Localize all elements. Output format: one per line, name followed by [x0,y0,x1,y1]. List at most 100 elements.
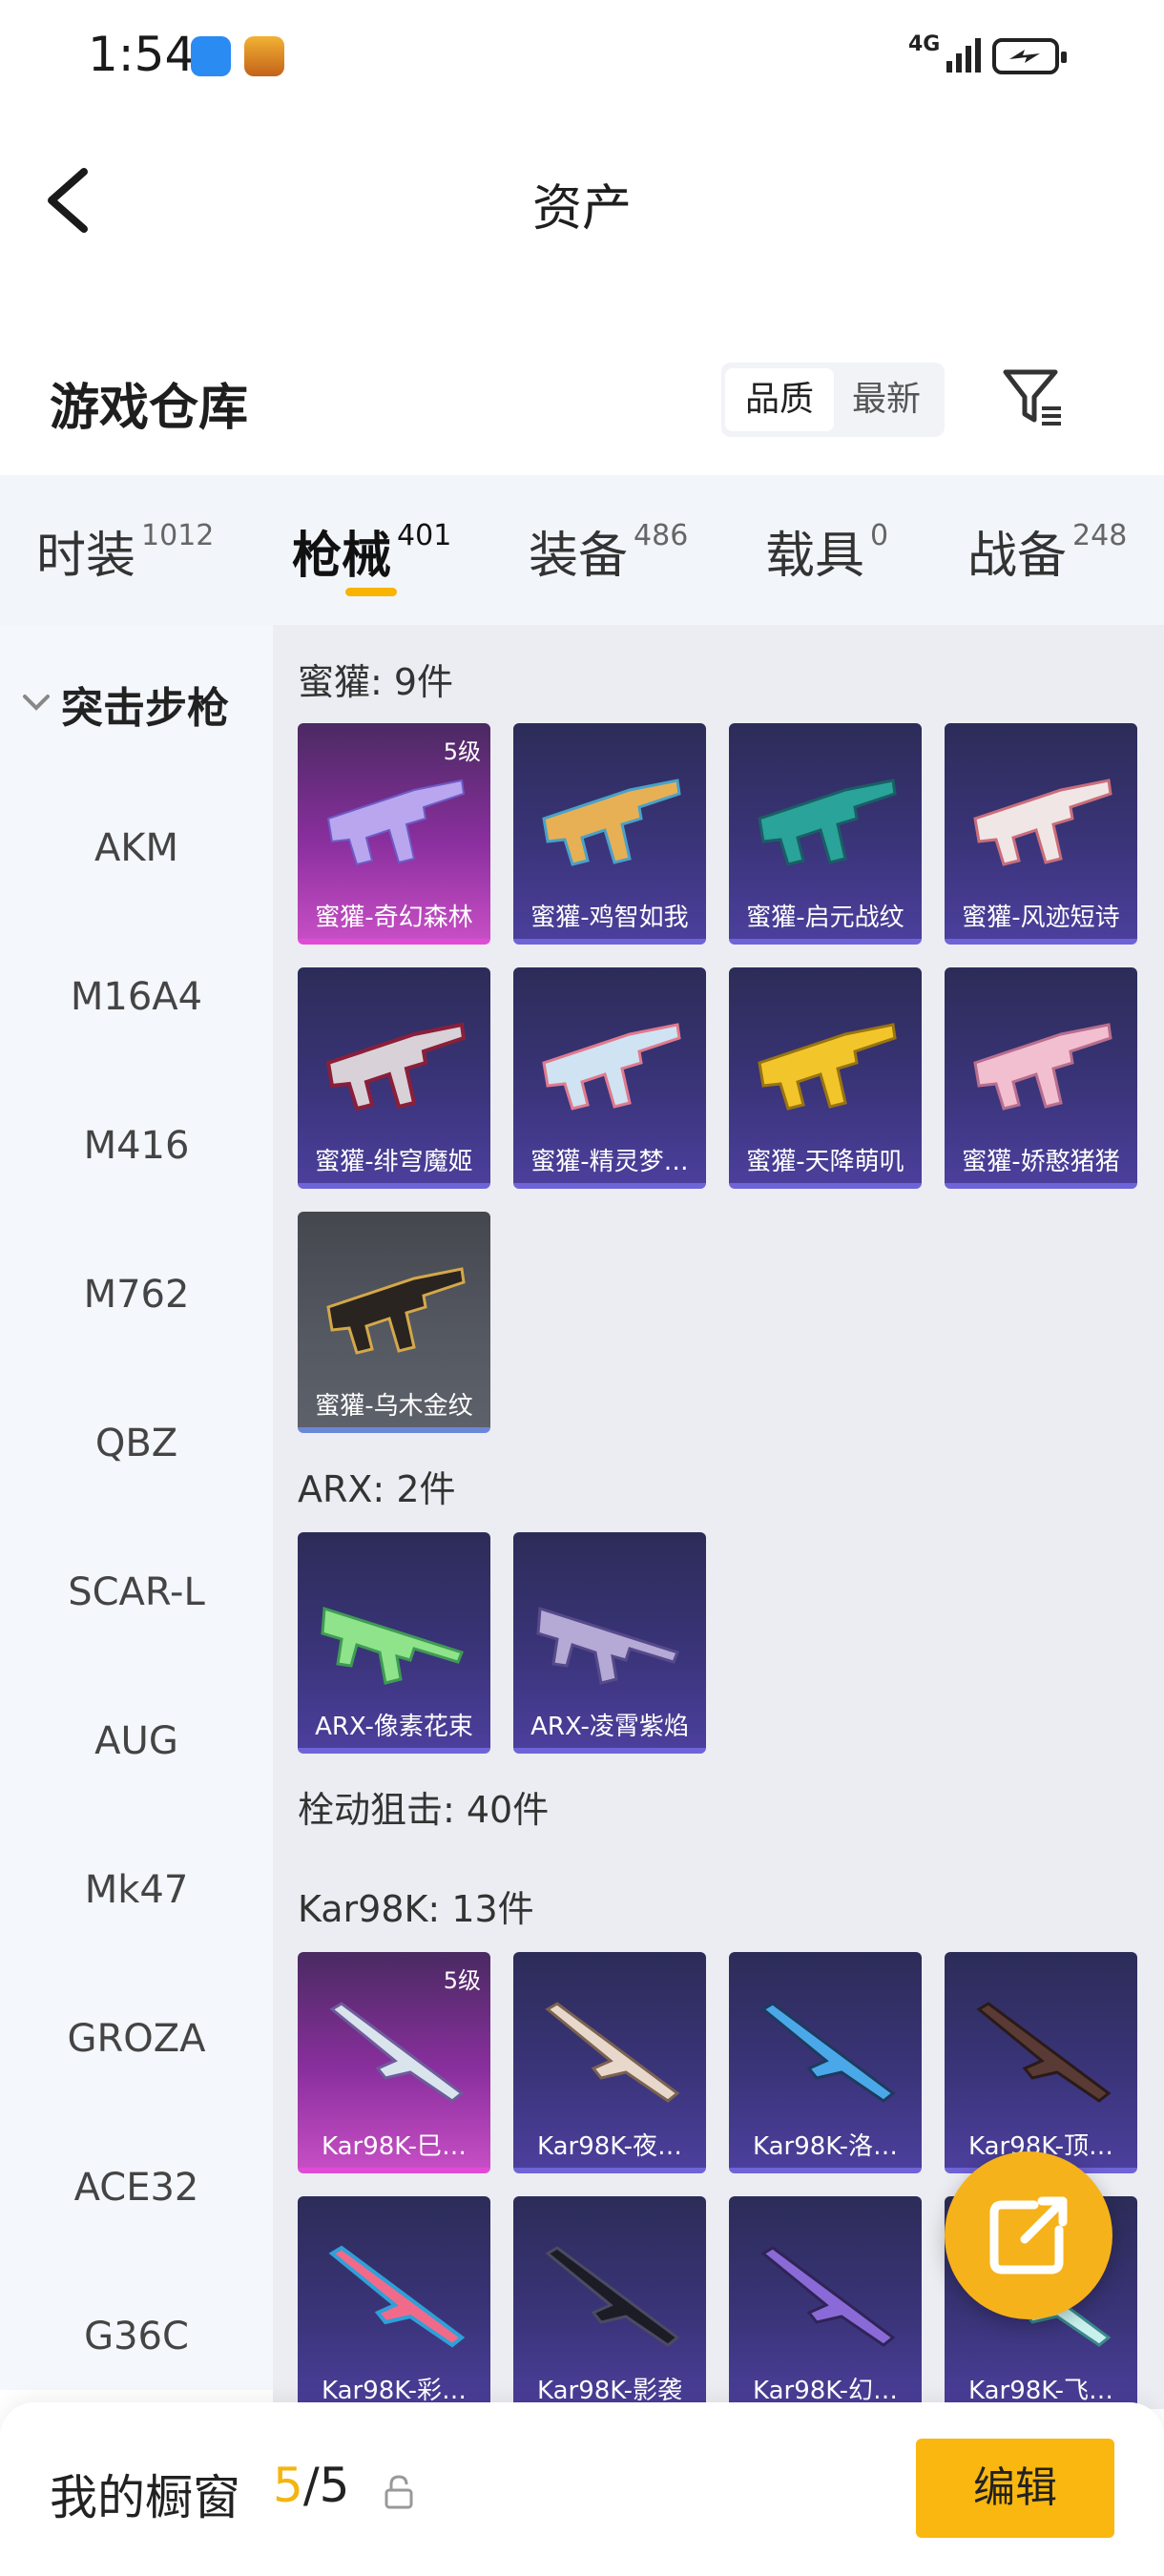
sniper-rifle-icon [976,2002,1112,2103]
item-card[interactable]: ARX-像素花束 [298,1532,490,1754]
tab-label: 装备 [529,528,629,585]
tab-supplies[interactable]: 战备 248 [967,515,1127,587]
sniper-rifle-icon [545,2002,680,2103]
sort-by-quality[interactable]: 品质 [725,368,834,431]
item-card[interactable]: Kar98K-夜… [513,1952,706,2173]
tab-label: 载具 [765,528,865,585]
item-card[interactable]: 蜜獾-绯穹魔姬 [298,967,490,1189]
item-card[interactable]: Kar98K-洛… [729,1952,922,2173]
chevron-down-icon [23,695,50,711]
status-time: 1:54 [88,27,196,82]
item-name: Kar98K-巳… [321,2132,467,2161]
rifle-icon [321,1606,464,1685]
smg-icon [758,779,897,866]
item-card[interactable]: Kar98K-幻… [729,2196,922,2418]
tab-label: 枪械 [292,528,392,585]
network-indicator: 4G [908,34,940,55]
sidebar-item-m16a4[interactable]: M16A4 [0,975,273,1019]
tab-label: 时装 [36,528,136,585]
weapon-sidebar [0,625,273,2390]
smg-icon [973,1023,1112,1111]
sidebar-category[interactable]: 突击步枪 [61,674,229,735]
page-title: 资产 [531,180,632,238]
filter-button[interactable] [1000,364,1067,431]
item-card[interactable]: 蜜獾-启元战纹 [729,723,922,945]
tab-firearms[interactable]: 枪械 401 [292,515,451,587]
tab-equipment[interactable]: 装备 486 [529,515,688,587]
sort-by-latest[interactable]: 最新 [832,368,941,431]
sniper-rifle-icon [760,2246,896,2347]
sniper-rifle-icon [545,2246,680,2347]
smg-icon [758,1023,897,1111]
tab-label: 战备 [967,528,1068,585]
network-type: 4G [908,32,941,56]
item-card[interactable]: Kar98K-彩… [298,2196,490,2418]
sniper-rifle-icon [760,2002,896,2103]
filter-icon [1003,369,1061,426]
item-name: Kar98K-洛… [752,2132,898,2161]
item-card[interactable]: 蜜獾-天降萌叽 [729,967,922,1189]
sidebar-item-m762[interactable]: M762 [0,1273,273,1317]
showcase-separator: / [302,2458,320,2513]
item-name: 蜜獾-绯穹魔姬 [315,1148,473,1176]
tab-count: 486 [634,519,689,552]
item-card[interactable]: 5级 蜜獾-奇幻森林 [298,723,490,945]
item-name: ARX-像素花束 [315,1713,473,1741]
sidebar-item-akm[interactable]: AKM [0,826,273,870]
item-name: Kar98K-彩… [321,2377,467,2405]
item-card[interactable]: 蜜獾-鸡智如我 [513,723,706,945]
item-card[interactable]: 蜜獾-风迹短诗 [945,723,1137,945]
sidebar-item-qbz[interactable]: QBZ [0,1422,273,1465]
sidebar-item-m416[interactable]: M416 [0,1124,273,1168]
item-card[interactable]: Kar98K-影袭 [513,2196,706,2418]
item-name: 蜜獾-风迹短诗 [962,904,1120,932]
item-card[interactable]: Kar98K-顶… [945,1952,1137,2173]
sidebar-item-groza[interactable]: GROZA [0,2017,273,2061]
battery-icon [992,38,1067,74]
item-card[interactable]: 蜜獾-乌木金纹 [298,1212,490,1433]
tab-count: 0 [870,519,889,552]
group-title: 蜜獾: 9件 [298,661,454,703]
group-title: 栓动狙击: 40件 [298,1789,550,1831]
showcase-count: 5/5 [273,2458,349,2513]
smg-icon [973,779,1112,866]
sidebar-item-aug[interactable]: AUG [0,1719,273,1763]
tab-fashion[interactable]: 时装 1012 [36,515,214,587]
level-badge: 5级 [443,738,481,765]
smg-icon [542,779,681,866]
item-name: Kar98K-幻… [752,2377,898,2405]
sidebar-item-scar-l[interactable]: SCAR-L [0,1570,273,1614]
sniper-rifle-icon [328,2245,466,2348]
item-card[interactable]: 蜜獾-娇憨猪猪 [945,967,1137,1189]
item-card[interactable]: 蜜獾-精灵梦… [513,967,706,1189]
section-title: 游戏仓库 [50,380,249,437]
showcase-total: 5 [319,2458,350,2513]
sidebar-item-mk47[interactable]: Mk47 [0,1868,273,1912]
sort-toggle: 品质 最新 [721,363,945,437]
item-name: 蜜獾-精灵梦… [530,1148,689,1176]
signal-icon [946,38,981,73]
item-name: ARX-凌霄紫焰 [530,1713,689,1741]
sniper-rifle-icon [329,2002,465,2103]
item-name: 蜜獾-天降萌叽 [746,1148,904,1176]
item-name: Kar98K-夜… [536,2132,682,2161]
sidebar-item-g36c[interactable]: G36C [0,2315,273,2358]
edit-button[interactable]: 编辑 [916,2439,1114,2538]
sidebar-item-ace32[interactable]: ACE32 [0,2166,273,2210]
item-card[interactable]: 5级 Kar98K-巳… [298,1952,490,2173]
lock-icon [385,2475,413,2509]
app-notification-icon [191,36,231,76]
active-tab-indicator [345,588,397,596]
share-button[interactable] [945,2151,1112,2319]
item-name: 蜜獾-乌木金纹 [315,1392,473,1421]
item-name: Kar98K-飞… [967,2377,1113,2405]
item-card[interactable]: ARX-凌霄紫焰 [513,1532,706,1754]
external-link-icon [989,2196,1068,2275]
tab-vehicles[interactable]: 载具 0 [765,515,888,587]
tab-count: 248 [1072,519,1128,552]
level-badge: 5级 [443,1967,481,1994]
item-name: 蜜獾-娇憨猪猪 [962,1148,1120,1176]
item-name: 蜜獾-鸡智如我 [530,904,689,932]
tab-count: 1012 [141,519,215,552]
smg-icon [325,1022,467,1111]
